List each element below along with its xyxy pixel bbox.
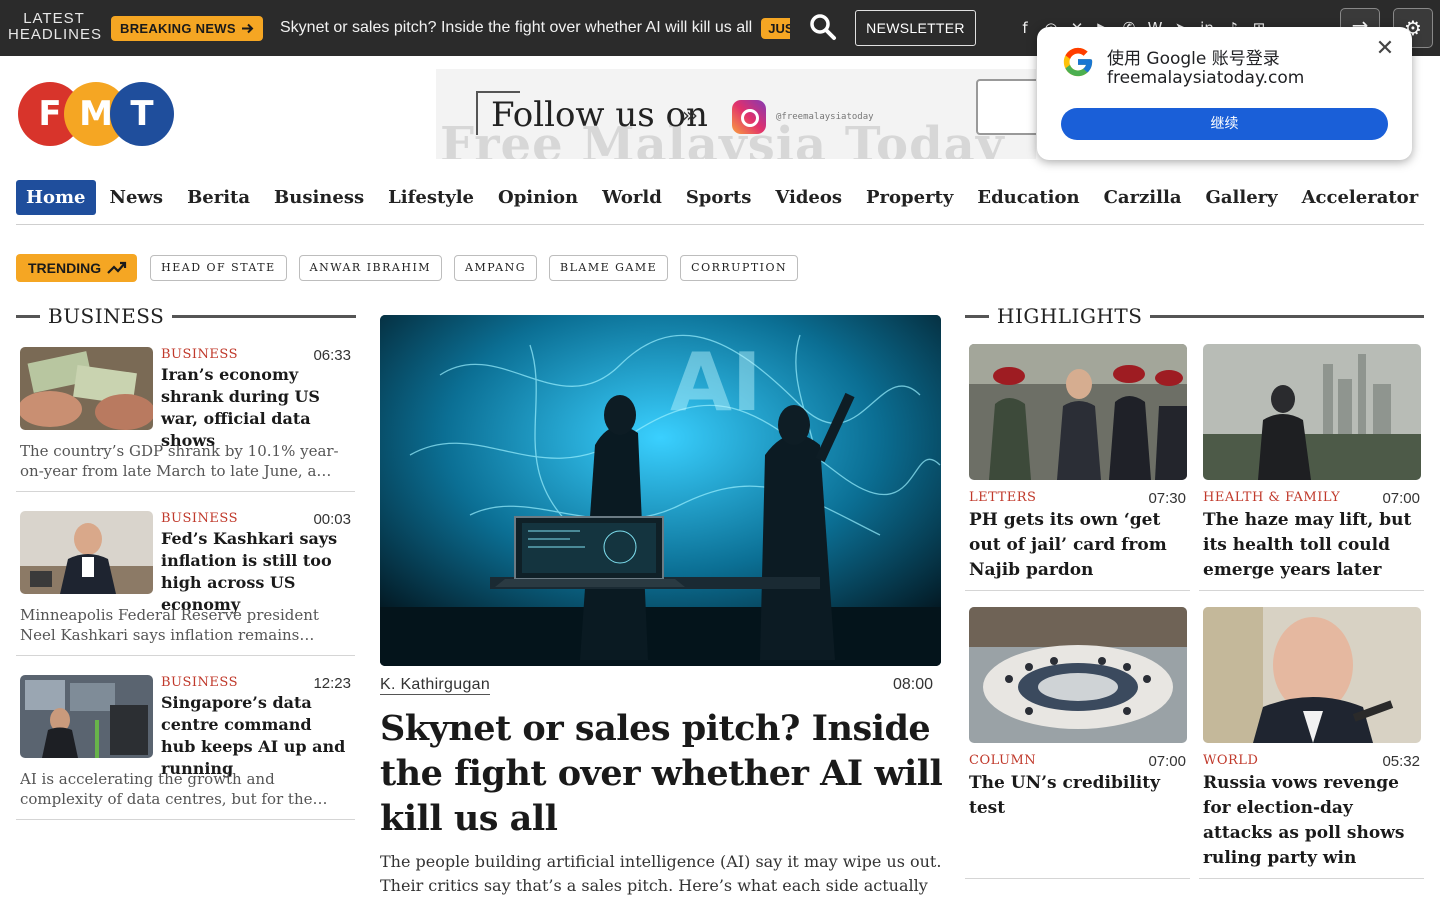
article-category[interactable]: WORLD [1203,753,1258,768]
nav-item-education[interactable]: Education [967,180,1089,215]
nav-item-news[interactable]: News [100,180,174,215]
newsletter-button[interactable]: NEWSLETTER [855,10,976,46]
article-category[interactable]: BUSINESS [161,675,238,690]
breaking-news-button[interactable]: BREAKING NEWS [111,16,263,41]
article-title[interactable]: Russia vows revenge for election-day att… [1203,771,1421,871]
trending-bar: TRENDING HEAD OF STATE ANWAR IBRAHIM AMP… [16,254,799,282]
article-category[interactable]: LETTERS [969,490,1036,505]
google-continue-button[interactable]: 继续 [1061,108,1388,140]
highlight-article[interactable]: HEALTH & FAMILY 07:00 The haze may lift,… [1199,344,1424,591]
close-icon[interactable]: ✕ [1373,37,1397,61]
article-time: 06:33 [313,347,351,364]
trending-up-icon [107,261,127,274]
business-article[interactable]: BUSINESS 00:03 Fed’s Kashkari says infla… [16,511,355,656]
nav-item-business[interactable]: Business [264,180,374,215]
article-title[interactable]: PH gets its own ‘get out of jail’ card f… [969,508,1187,583]
article-category[interactable]: BUSINESS [161,511,238,526]
article-thumbnail[interactable] [1203,344,1421,480]
main-story-excerpt: The people building artificial intellige… [380,852,942,895]
trending-tag[interactable]: BLAME GAME [549,255,669,281]
trending-tag[interactable]: HEAD OF STATE [150,255,287,281]
laptop-icon [976,79,1036,135]
highlights-section-header: HIGHLIGHTS [965,304,1424,328]
article-thumbnail[interactable] [20,347,153,430]
nav-item-lifestyle[interactable]: Lifestyle [378,180,484,215]
business-article[interactable]: BUSINESS 12:23 Singapore’s data centre c… [16,675,355,820]
latest-headlines-label: LATEST HEADLINES [8,10,103,43]
ad-follow-text: Follow us on [491,95,708,135]
trending-button[interactable]: TRENDING [16,254,138,282]
article-time: 05:32 [1382,753,1420,770]
nav-item-sports[interactable]: Sports [676,180,762,215]
business-article[interactable]: BUSINESS 06:33 Iran’s economy shrank dur… [16,347,355,492]
search-button[interactable] [808,12,838,42]
facebook-icon[interactable]: f [1016,19,1034,37]
search-icon [810,14,836,40]
nav-item-world[interactable]: World [592,180,672,215]
logo-letter-t: T [110,82,174,146]
google-popup-domain: freemalaysiatoday.com [1107,68,1305,88]
ad-handle: @freemalaysiatoday [776,112,874,122]
article-title[interactable]: The UN’s credibility test [969,771,1187,821]
article-time: 12:23 [313,675,351,692]
article-category[interactable]: HEALTH & FAMILY [1203,490,1340,505]
nav-item-videos[interactable]: Videos [765,180,852,215]
article-excerpt: Minneapolis Federal Reserve president Ne… [20,606,319,644]
business-section-header: BUSINESS [16,304,356,328]
article-time: 07:30 [1148,490,1186,507]
google-popup-title: 使用 Google 账号登录 [1107,49,1280,69]
nav-item-opinion[interactable]: Opinion [488,180,588,215]
article-time: 07:00 [1382,490,1420,507]
article-time: 00:03 [313,511,351,528]
main-story-image[interactable]: AI [380,315,941,666]
svg-text:AI: AI [670,336,762,429]
article-title[interactable]: Fed’s Kashkari says inflation is still t… [161,528,351,616]
article-thumbnail[interactable] [20,511,153,594]
highlight-article[interactable]: WORLD 05:32 Russia vows revenge for elec… [1199,607,1424,879]
article-thumbnail[interactable] [20,675,153,758]
google-logo-icon [1063,47,1093,77]
main-story-title[interactable]: Skynet or sales pitch? Inside the fight … [380,706,946,841]
nav-item-berita[interactable]: Berita [177,180,260,215]
ad-banner[interactable]: Free Malaysia Today Follow us on ››› @fr… [436,69,1036,159]
fmt-logo[interactable]: F M T [18,82,178,146]
google-signin-popup: 使用 Google 账号登录 freemalaysiatoday.com ✕ 继… [1037,27,1412,160]
article-title[interactable]: The haze may lift, but its health toll c… [1203,508,1421,583]
article-category[interactable]: COLUMN [969,753,1036,768]
article-title[interactable]: Iran’s economy shrank during US war, off… [161,364,351,452]
headline-ticker[interactable]: Skynet or sales pitch? Inside the fight … [280,0,790,56]
highlight-article[interactable]: COLUMN 07:00 The UN’s credibility test [965,607,1190,879]
article-excerpt: AI is accelerating the growth and comple… [20,770,313,808]
article-thumbnail[interactable] [969,607,1187,743]
trending-tag[interactable]: ANWAR IBRAHIM [298,255,443,281]
ticker-next-badge: JUS [761,17,790,39]
article-title[interactable]: Singapore’s data centre command hub keep… [161,692,351,780]
article-thumbnail[interactable] [1203,607,1421,743]
section-title[interactable]: BUSINESS [48,304,164,328]
nav-item-property[interactable]: Property [856,180,963,215]
arrow-right-icon [241,23,254,34]
article-time: 07:00 [1148,753,1186,770]
nav-item-carzilla[interactable]: Carzilla [1094,180,1192,215]
article-category[interactable]: BUSINESS [161,347,238,362]
chevrons-right-icon: ››› [682,103,698,127]
section-title[interactable]: HIGHLIGHTS [997,304,1142,328]
main-story-time: 08:00 [893,676,934,693]
instagram-icon [732,100,766,134]
trending-tag[interactable]: CORRUPTION [680,255,799,281]
nav-item-home[interactable]: Home [16,180,96,215]
nav-item-accelerator[interactable]: Accelerator [1292,180,1429,215]
main-nav: Home News Berita Business Lifestyle Opin… [16,180,1424,225]
ticker-headline[interactable]: Skynet or sales pitch? Inside the fight … [280,19,752,37]
trending-tag[interactable]: AMPANG [454,255,538,281]
nav-item-gallery[interactable]: Gallery [1195,180,1287,215]
article-thumbnail[interactable] [969,344,1187,480]
article-excerpt: The country’s GDP shrank by 10.1% year-o… [20,442,339,480]
main-story-author[interactable]: K. Kathirgugan [380,676,491,695]
highlight-article[interactable]: LETTERS 07:30 PH gets its own ‘get out o… [965,344,1190,591]
